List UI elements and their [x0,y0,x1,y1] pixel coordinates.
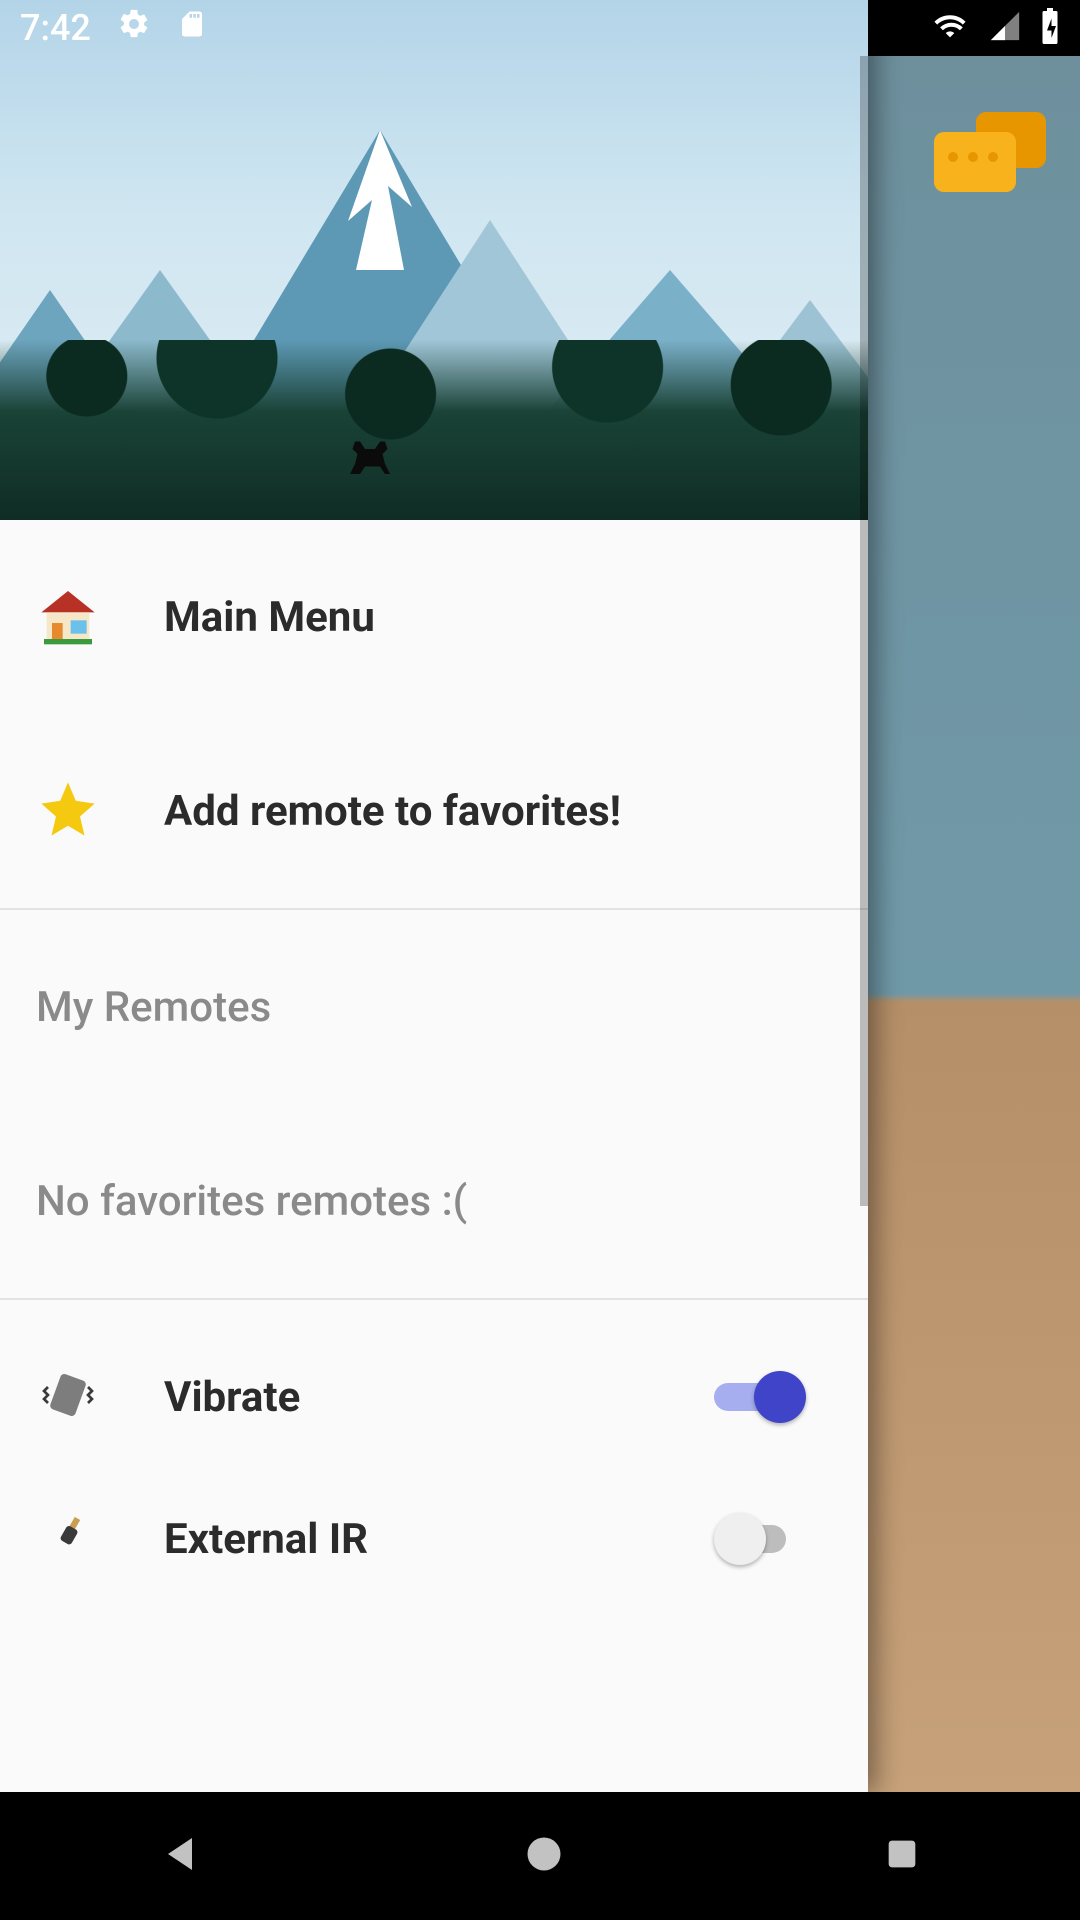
vibrate-toggle[interactable] [714,1371,806,1423]
status-time: 7:42 [20,7,91,49]
nav-drawer: Main Menu Add remote to favorites! My Re… [0,0,868,1792]
scrollbar[interactable] [860,56,868,1206]
drawer-item-label: Add remote to favorites! [164,787,621,836]
drawer-item-vibrate[interactable]: Vibrate [0,1300,868,1494]
drawer-list[interactable]: Main Menu Add remote to favorites! My Re… [0,520,868,1792]
drawer-item-main-menu[interactable]: Main Menu [0,520,868,714]
battery-charging-icon [1040,8,1060,48]
nav-recent-button[interactable] [882,1834,922,1878]
star-icon [36,777,100,845]
chat-icon[interactable] [934,112,1046,204]
section-title: My Remotes [36,983,271,1032]
drawer-item-label: Main Menu [164,593,375,642]
nav-back-button[interactable] [158,1830,206,1882]
drawer-empty-remotes: No favorites remotes :( [0,1104,868,1298]
drawer-header-image [0,0,868,520]
nav-home-button[interactable] [522,1832,566,1880]
drawer-item-external-ir[interactable]: External IR [0,1494,868,1574]
status-bar: 7:42 [0,0,1080,56]
plug-icon [36,1512,100,1566]
house-icon [36,583,100,651]
drawer-item-label: Vibrate [164,1373,300,1422]
sd-card-icon [177,7,207,50]
system-nav-bar [0,1792,1080,1920]
gear-icon [117,7,151,50]
wifi-icon [930,9,970,47]
external-ir-toggle[interactable] [714,1513,806,1565]
drawer-item-add-favorite[interactable]: Add remote to favorites! [0,714,868,908]
drawer-item-label: External IR [164,1515,368,1564]
drawer-section-my-remotes: My Remotes [0,910,868,1104]
cell-signal-icon [988,9,1022,47]
screen: 7:42 [0,0,1080,1920]
vibrate-icon [36,1363,100,1431]
empty-state-text: No favorites remotes :( [36,1177,467,1226]
